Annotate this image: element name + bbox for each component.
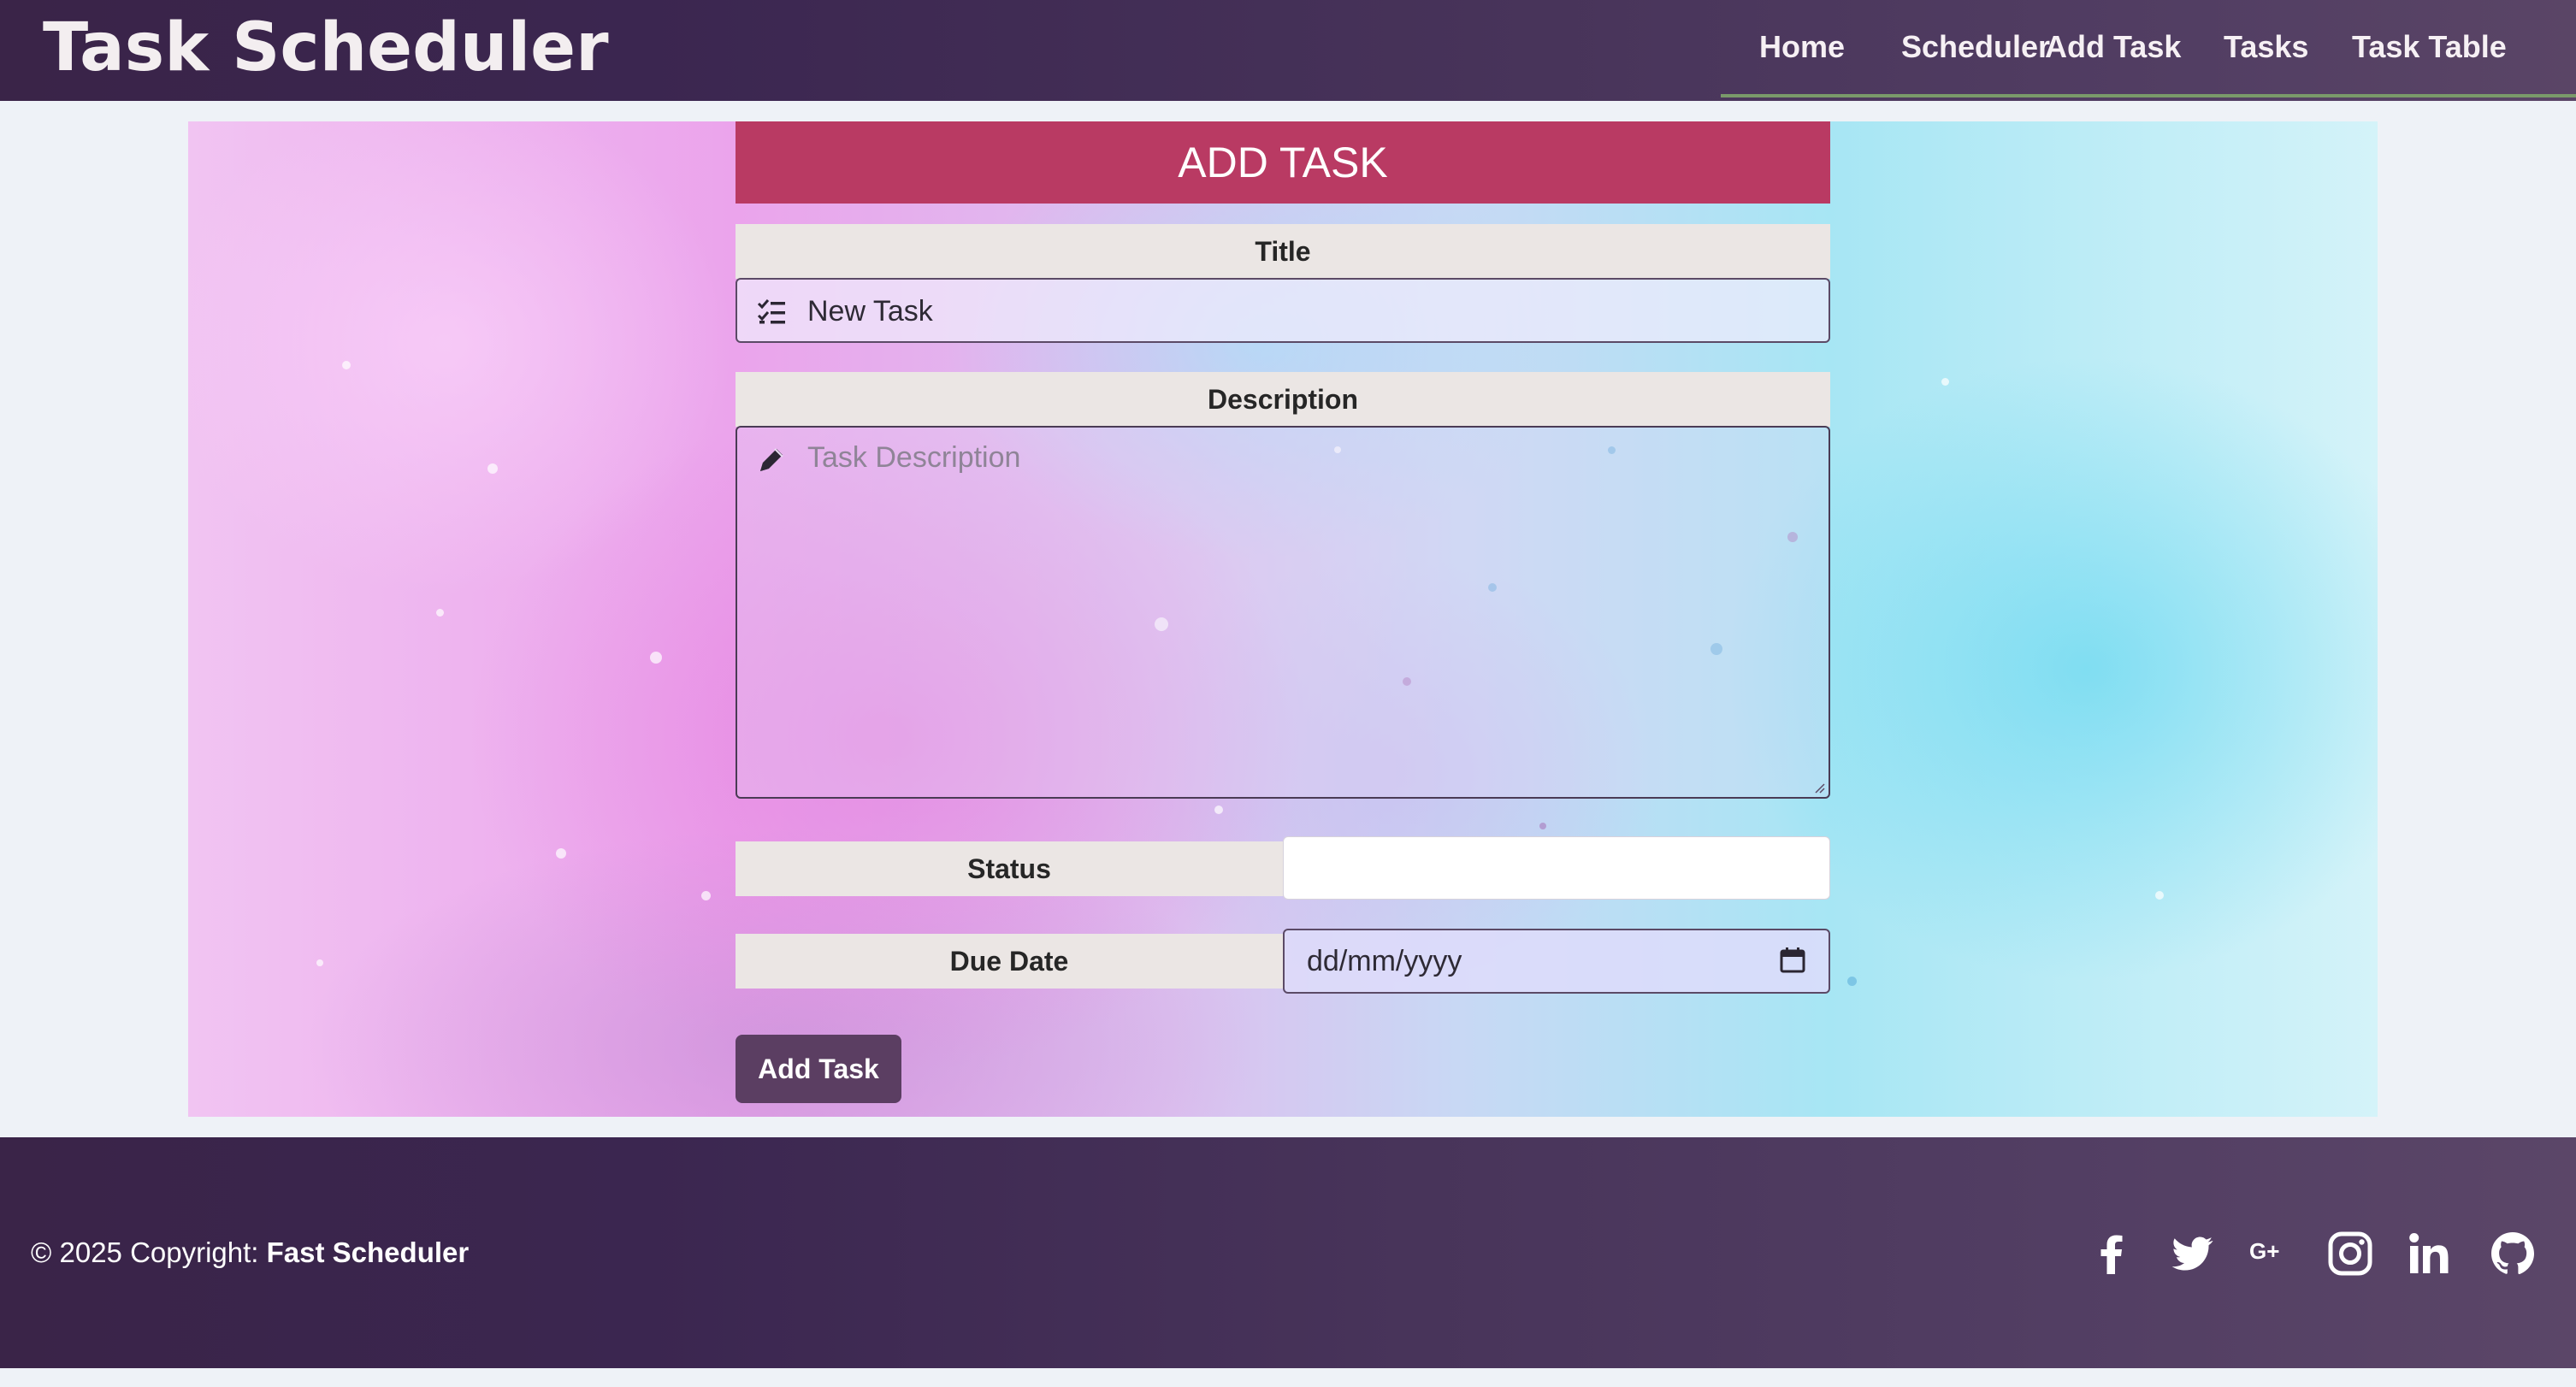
due-date-input[interactable]: dd/mm/yyyy (1283, 929, 1830, 994)
top-navbar: Task Scheduler Home Scheduler Add Task T… (0, 0, 2576, 101)
title-input[interactable] (806, 280, 1818, 343)
due-date-label: Due Date (736, 934, 1283, 989)
resize-handle-icon[interactable] (1813, 782, 1825, 794)
nav-tasks[interactable]: Tasks (2224, 21, 2308, 74)
description-textarea[interactable] (806, 440, 1818, 785)
list-check-icon (757, 299, 785, 324)
instagram-icon[interactable] (2326, 1230, 2374, 1278)
linkedin-icon[interactable] (2407, 1230, 2455, 1278)
status-label: Status (736, 841, 1283, 896)
svg-text:G+: G+ (2249, 1238, 2279, 1264)
copyright-text: © 2025 Copyright: Fast Scheduler (31, 1231, 469, 1274)
status-select[interactable] (1283, 836, 1830, 900)
twitter-icon[interactable] (2169, 1230, 2217, 1278)
due-date-value: dd/mm/yyyy (1307, 945, 1462, 977)
facebook-icon[interactable] (2089, 1230, 2136, 1278)
nav-add-task[interactable]: Add Task (2045, 21, 2181, 74)
title-field[interactable] (736, 278, 1830, 343)
description-label: Description (736, 372, 1830, 427)
copyright-prefix: © 2025 Copyright: (31, 1236, 267, 1268)
pencil-icon (760, 448, 783, 471)
nav-scheduler[interactable]: Scheduler (1901, 21, 2050, 74)
description-field[interactable] (736, 426, 1830, 799)
nav-task-table[interactable]: Task Table (2352, 21, 2507, 74)
google-plus-icon[interactable]: G+ (2248, 1230, 2295, 1278)
main-nav: Home Scheduler Add Task Tasks Task Table (1721, 0, 2576, 97)
calendar-icon[interactable] (1779, 946, 1806, 975)
copyright-owner[interactable]: Fast Scheduler (267, 1236, 470, 1268)
title-label: Title (736, 224, 1830, 279)
form-heading: ADD TASK (736, 121, 1830, 204)
footer: © 2025 Copyright: Fast Scheduler G+ (0, 1137, 2576, 1368)
brand-title[interactable]: Task Scheduler (43, 5, 609, 91)
add-task-button[interactable]: Add Task (736, 1035, 901, 1103)
github-icon[interactable] (2489, 1230, 2537, 1278)
nav-home[interactable]: Home (1759, 21, 1845, 74)
